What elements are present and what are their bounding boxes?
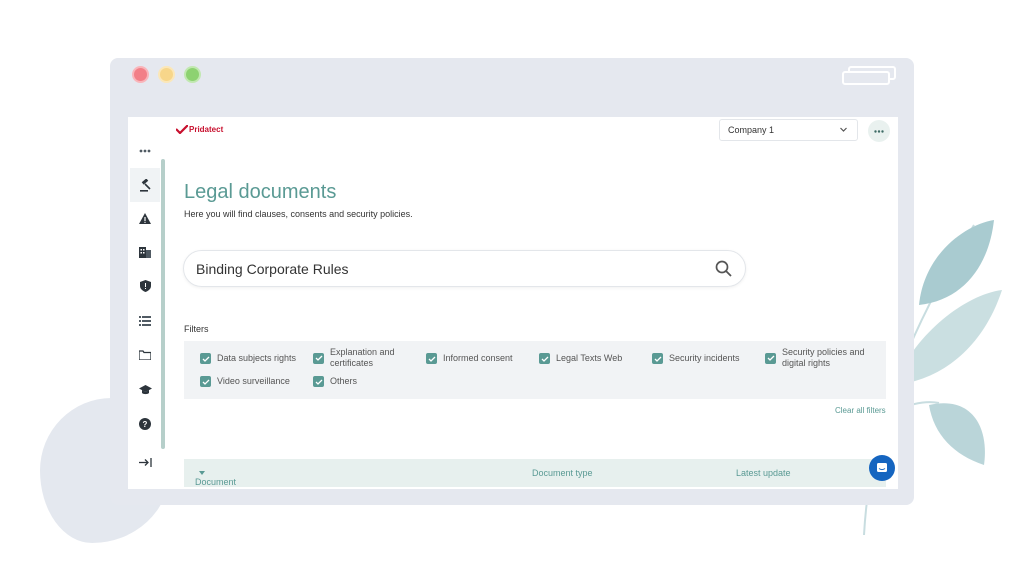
stage: ? Pridatect Company 1 Legal documents He… [0,0,1024,576]
search-input-value: Binding Corporate Rules [196,260,349,277]
filter-label: Informed consent [443,353,513,363]
filter-label: Video surveillance [217,376,290,386]
sidebar-item-company[interactable] [134,241,156,263]
search-icon[interactable] [715,260,732,277]
checkbox-checked-icon[interactable] [765,352,776,364]
filter-security-policies[interactable]: Security policies and digital rights [765,347,880,369]
sidebar: ? [128,117,162,489]
sidebar-item-records[interactable] [134,310,156,332]
shield-icon [139,280,151,292]
filter-label: Security policies and digital rights [782,347,865,368]
graduation-cap-icon [138,385,152,395]
checkbox-checked-icon[interactable] [200,353,211,364]
filter-security-incidents[interactable]: Security incidents [652,353,740,364]
minimize-window-button[interactable] [158,66,175,83]
sidebar-item-incidents[interactable] [134,207,156,229]
gavel-icon [139,178,151,192]
clear-filters-link[interactable]: Clear all filters [835,406,886,415]
filter-label: Others [330,376,358,386]
column-label: Document name [195,477,237,489]
more-horizontal-icon [874,129,884,133]
table-header: Document name Document type Latest updat… [184,459,886,489]
company-select[interactable]: Company 1 [719,119,858,141]
sidebar-collapse-button[interactable] [134,451,156,473]
search-input[interactable]: Binding Corporate Rules [183,250,746,287]
checkbox-checked-icon[interactable] [200,376,211,387]
checkmark-logo-icon [176,125,188,134]
filter-explanation-certificates[interactable]: Explanation and certificates [313,347,410,369]
checkbox-checked-icon[interactable] [313,376,324,387]
list-icon [139,316,151,326]
filter-data-subjects-rights[interactable]: Data subjects rights [200,353,296,364]
checkbox-checked-icon[interactable] [652,353,663,364]
filter-label: Data subjects rights [217,353,297,363]
sidebar-more-icon[interactable] [134,140,156,162]
filter-label: Legal Texts Web [556,353,623,363]
logo-text: Pridatect [189,125,224,134]
sidebar-item-help[interactable]: ? [134,413,156,435]
filter-others[interactable]: Others [313,376,357,387]
sidebar-item-legal[interactable] [130,168,160,202]
column-header-document-type[interactable]: Document type [532,468,593,478]
filters-panel: Data subjects rights Explanation and cer… [184,341,886,399]
checkbox-checked-icon[interactable] [539,353,550,364]
company-select-value: Company 1 [728,125,775,135]
warning-icon [139,212,151,224]
folder-icon [139,350,151,360]
filter-video-surveillance[interactable]: Video surveillance [200,376,290,387]
maximize-window-button[interactable] [184,66,201,83]
app-content: ? Pridatect Company 1 Legal documents He… [128,117,898,489]
chat-support-button[interactable] [869,455,895,481]
filter-label: Explanation and certificates [330,347,395,368]
filter-informed-consent[interactable]: Informed consent [426,353,513,364]
column-header-latest-update[interactable]: Latest update [736,468,791,478]
chat-icon [877,463,887,472]
close-window-button[interactable] [132,66,149,83]
page-title: Legal documents [184,181,337,203]
collapse-sidebar-icon [138,457,152,467]
column-header-document-name[interactable]: Document name [195,468,236,489]
filter-legal-texts-web[interactable]: Legal Texts Web [539,353,622,364]
help-icon: ? [139,418,151,430]
sidebar-item-documents[interactable] [134,344,156,366]
page-subtitle: Here you will find clauses, consents and… [184,209,413,219]
chevron-down-icon [840,127,847,132]
checkbox-checked-icon[interactable] [313,352,324,364]
svg-text:?: ? [143,420,148,429]
sidebar-item-training[interactable] [134,379,156,401]
window-stack-icon [842,66,896,85]
filters-label: Filters [184,324,209,334]
filter-label: Security incidents [669,353,740,363]
app-logo: Pridatect [176,125,223,134]
building-icon [139,246,151,258]
sort-down-icon [199,471,205,475]
sidebar-scrollbar[interactable] [161,159,165,449]
more-options-button[interactable] [868,120,890,142]
sidebar-item-security[interactable] [134,275,156,297]
checkbox-checked-icon[interactable] [426,353,437,364]
